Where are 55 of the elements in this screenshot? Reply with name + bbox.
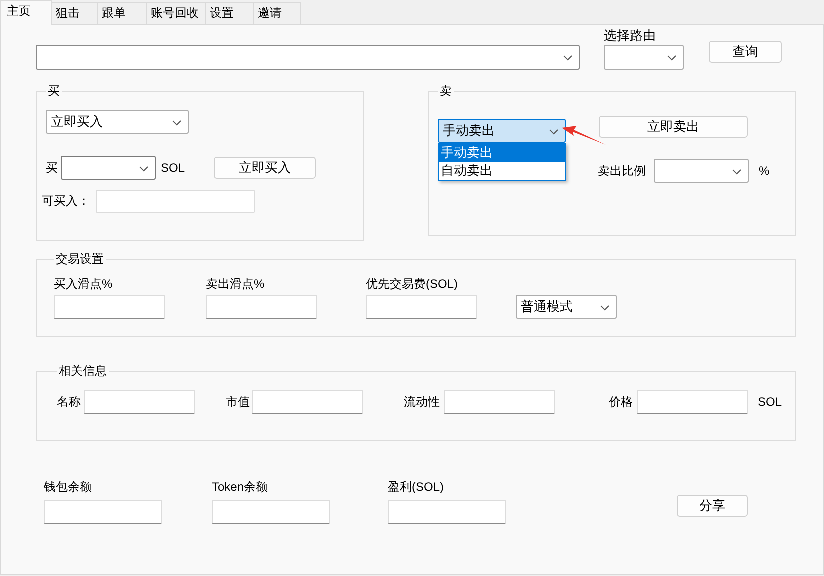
field-label: 优先交易费(SOL) bbox=[366, 276, 460, 293]
field-label: 钱包余额 bbox=[44, 479, 93, 496]
input-field[interactable] bbox=[212, 500, 330, 524]
field-label: Token余额 bbox=[212, 479, 270, 496]
buy-mode-combo[interactable]: 立即买入 bbox=[46, 110, 189, 134]
amount-combo[interactable] bbox=[61, 156, 156, 180]
input-field[interactable] bbox=[444, 390, 555, 414]
annotation-arrow bbox=[561, 124, 607, 146]
input-field[interactable] bbox=[366, 295, 477, 319]
buy-button[interactable]: 立即买入 bbox=[214, 157, 316, 179]
amount-label: 买 bbox=[46, 160, 58, 176]
token-combo[interactable] bbox=[36, 45, 580, 70]
field-label: 价格 bbox=[609, 394, 634, 410]
group-title: 交易设置 bbox=[55, 252, 105, 266]
input-field[interactable] bbox=[54, 295, 165, 319]
field-label: 名称 bbox=[57, 394, 82, 410]
query-button[interactable]: 查询 bbox=[709, 41, 782, 63]
field-label: 盈利(SOL) bbox=[388, 479, 446, 496]
field-label: 市值 bbox=[226, 394, 251, 410]
input-field[interactable] bbox=[44, 500, 162, 524]
field-label: 流动性 bbox=[404, 394, 441, 410]
sell-mode-combo[interactable]: 手动卖出 bbox=[438, 119, 566, 143]
chevron-down-icon bbox=[563, 55, 573, 61]
dropdown-option[interactable]: 自动卖出 bbox=[439, 162, 565, 180]
chevron-down-icon bbox=[549, 129, 559, 135]
chevron-down-icon bbox=[172, 120, 182, 126]
ratio-label: 卖出比例 bbox=[598, 162, 646, 180]
group-title: 卖 bbox=[439, 84, 453, 98]
group-title: 相关信息 bbox=[58, 364, 108, 378]
unit-label: SOL bbox=[758, 395, 782, 409]
unit-label: % bbox=[759, 164, 770, 178]
input-field[interactable] bbox=[206, 295, 317, 319]
route-label: 选择路由 bbox=[604, 27, 657, 43]
dropdown-option[interactable]: 手动卖出 bbox=[439, 144, 565, 162]
sell-button[interactable]: 立即卖出 bbox=[599, 116, 748, 138]
chevron-down-icon bbox=[600, 305, 610, 311]
share-button[interactable]: 分享 bbox=[677, 495, 748, 517]
route-combo[interactable] bbox=[604, 45, 684, 70]
input-field[interactable] bbox=[637, 390, 748, 414]
tab[interactable]: 邀请 bbox=[253, 2, 301, 24]
chevron-down-icon bbox=[139, 166, 149, 172]
ratio-combo[interactable] bbox=[654, 159, 749, 183]
unit-label: SOL bbox=[161, 161, 186, 175]
mode-combo[interactable]: 普通模式 bbox=[516, 295, 617, 319]
input-field[interactable] bbox=[252, 390, 363, 414]
available-label: 可买入： bbox=[42, 193, 90, 210]
available-field[interactable] bbox=[96, 190, 255, 213]
input-field[interactable] bbox=[388, 500, 506, 524]
tab[interactable]: 主页 bbox=[0, 0, 52, 25]
chevron-down-icon bbox=[667, 55, 677, 61]
chevron-down-icon bbox=[732, 169, 742, 175]
field-label: 卖出滑点% bbox=[206, 276, 266, 293]
field-label: 买入滑点% bbox=[54, 276, 114, 293]
input-field[interactable] bbox=[84, 390, 195, 414]
group-title: 买 bbox=[47, 84, 61, 98]
